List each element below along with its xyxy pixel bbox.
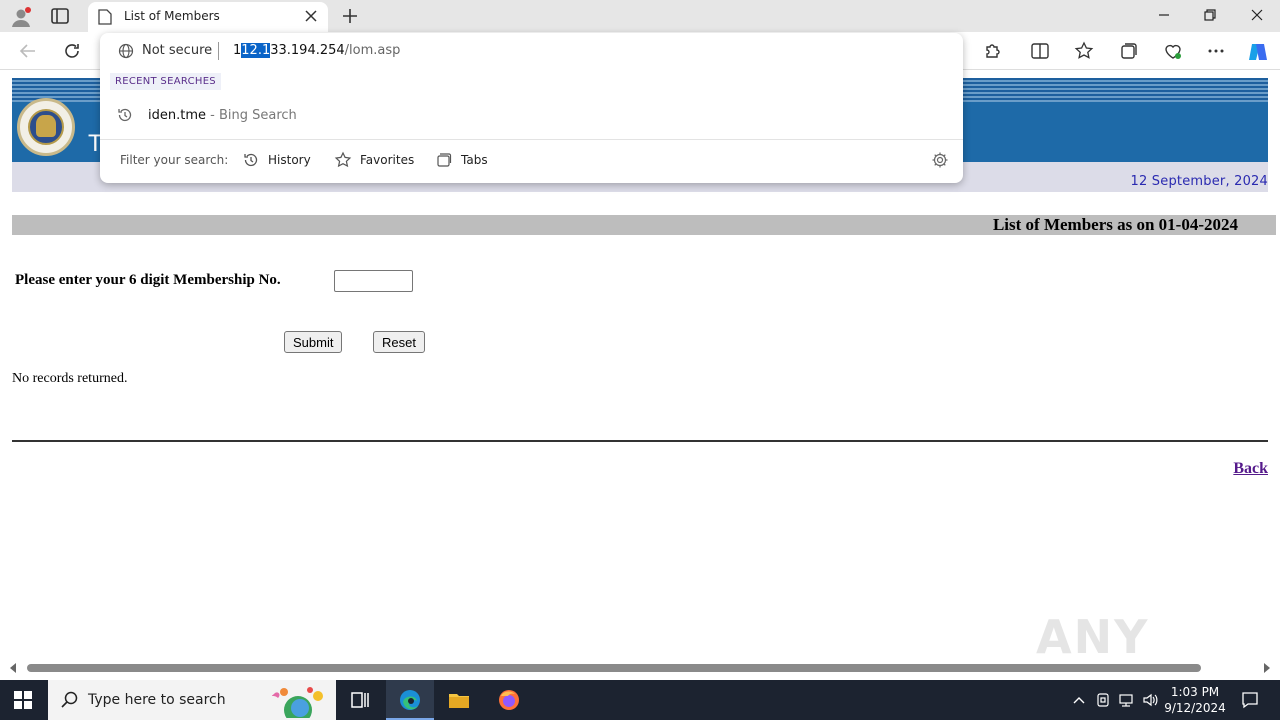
address-separator	[218, 42, 219, 60]
task-view-icon[interactable]	[348, 688, 372, 712]
star-icon	[334, 151, 352, 168]
history-icon	[244, 153, 258, 167]
recent-searches-header: RECENT SEARCHES	[110, 73, 221, 90]
browser-essentials-icon[interactable]	[1163, 41, 1183, 61]
tab-list-of-members[interactable]: List of Members	[88, 2, 328, 32]
collections-icon[interactable]	[1119, 41, 1139, 61]
search-placeholder: Type here to search	[88, 692, 226, 708]
show-hidden-icons-icon[interactable]	[1071, 692, 1087, 708]
recent-search-item[interactable]: iden.tme - Bing Search	[148, 108, 297, 123]
submit-button[interactable]: Submit	[284, 331, 343, 353]
membership-prompt: Please enter your 6 digit Membership No.	[15, 272, 281, 288]
filter-tabs-button[interactable]: Tabs	[435, 149, 488, 171]
globe-icon[interactable]	[118, 43, 134, 59]
filter-tabs-label: Tabs	[461, 153, 488, 167]
address-input[interactable]: 112.133.194.254/lom.asp	[233, 43, 400, 58]
new-tab-icon[interactable]	[340, 6, 360, 26]
taskbar-search[interactable]: Type here to search	[48, 680, 336, 720]
tabs-icon	[437, 153, 452, 167]
back-arrow-icon[interactable]	[18, 41, 38, 61]
close-tab-icon[interactable]	[304, 9, 318, 23]
page-icon	[98, 9, 112, 25]
windows-taskbar: Type here to search 1:03 PM 9/12/2024	[0, 680, 1280, 720]
horizontal-scrollbar[interactable]	[0, 660, 1280, 676]
page-title: List of Members as on 01-04-2024	[992, 215, 1238, 234]
security-status[interactable]: Not secure	[142, 43, 212, 58]
url-selection: 12.1	[241, 43, 271, 58]
scroll-thumb[interactable]	[27, 664, 1201, 672]
search-highlight-art-icon	[271, 687, 323, 718]
split-screen-icon[interactable]	[1030, 41, 1050, 61]
clock-date: 9/12/2024	[1164, 701, 1226, 715]
extensions-icon[interactable]	[982, 41, 1002, 61]
refresh-icon[interactable]	[62, 41, 82, 61]
file-explorer-icon[interactable]	[447, 688, 471, 712]
gear-icon[interactable]	[931, 151, 949, 169]
profile-icon[interactable]	[10, 6, 32, 28]
scroll-left-icon[interactable]	[10, 663, 16, 673]
dropdown-divider	[100, 139, 963, 140]
scroll-right-icon[interactable]	[1264, 663, 1270, 673]
url-path: /lom.asp	[344, 43, 401, 58]
search-icon	[61, 691, 78, 708]
url-host-rest: 33.194.254	[270, 43, 345, 58]
membership-number-input[interactable]	[334, 270, 413, 292]
restore-icon[interactable]	[1202, 7, 1218, 23]
minimize-icon[interactable]	[1156, 7, 1172, 23]
address-bar-dropdown: Not secure 112.133.194.254/lom.asp RECEN…	[100, 33, 963, 183]
title-bar: List of Members as on 01-04-2024	[12, 215, 1276, 235]
clock-time: 1:03 PM	[1170, 685, 1220, 699]
filter-favorites-label: Favorites	[360, 153, 415, 167]
more-menu-icon[interactable]	[1206, 41, 1226, 61]
tab-title: List of Members	[124, 9, 220, 23]
tab-actions-icon[interactable]	[50, 7, 70, 25]
filter-favorites-button[interactable]: Favorites	[334, 149, 414, 171]
edge-icon	[400, 690, 420, 710]
result-message: No records returned.	[12, 371, 128, 386]
filter-history-button[interactable]: History	[242, 149, 311, 171]
network-icon[interactable]	[1118, 692, 1134, 708]
volume-icon[interactable]	[1142, 692, 1158, 708]
windows-start-icon[interactable]	[14, 691, 32, 709]
firefox-icon[interactable]	[497, 688, 521, 712]
meet-now-icon[interactable]	[1095, 692, 1111, 708]
reset-button[interactable]: Reset	[373, 331, 425, 353]
tab-bar: List of Members	[0, 0, 1280, 32]
copilot-icon[interactable]	[1246, 40, 1270, 64]
divider	[12, 440, 1268, 442]
close-window-icon[interactable]	[1249, 7, 1265, 23]
recent-search-source: - Bing Search	[206, 108, 297, 123]
recent-search-query: iden.tme	[148, 108, 206, 123]
history-clock-icon	[118, 108, 132, 122]
back-link[interactable]: Back	[1233, 460, 1268, 478]
filter-label: Filter your search:	[120, 153, 229, 167]
notification-center-icon[interactable]	[1240, 690, 1260, 710]
current-date: 12 September, 2024	[1130, 174, 1268, 189]
institute-logo	[17, 98, 75, 156]
favorites-icon[interactable]	[1074, 41, 1094, 61]
system-clock[interactable]: 1:03 PM 9/12/2024	[1160, 684, 1230, 716]
watermark: ANY RUN	[1036, 610, 1150, 660]
filter-history-label: History	[268, 153, 311, 167]
edge-taskbar-button[interactable]	[386, 680, 434, 720]
